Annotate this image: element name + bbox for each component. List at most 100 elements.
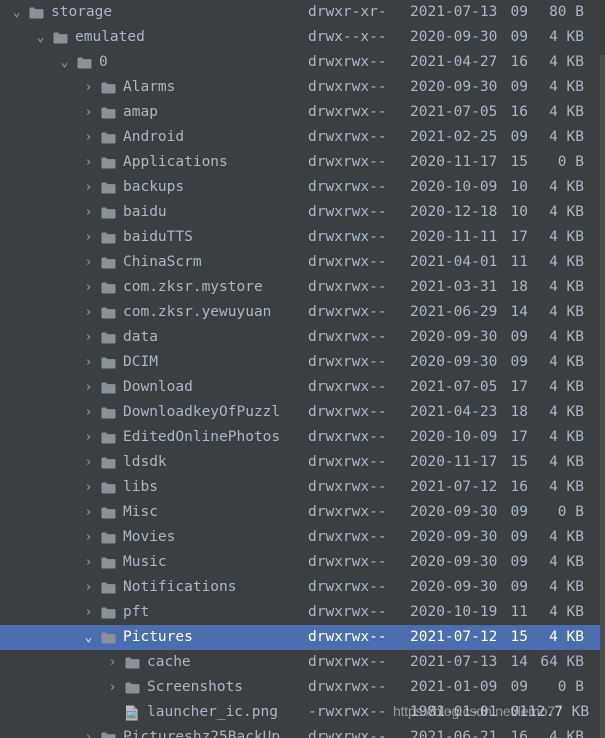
entry-permissions: drwxrwx--: [308, 579, 387, 595]
entry-size: 80 B: [549, 4, 584, 20]
tree-row-folder[interactable]: › baidu drwxrwx-- 2020-12-18 10 4 KB: [0, 200, 605, 225]
chevron-right-icon[interactable]: ›: [80, 575, 97, 600]
chevron-right-icon[interactable]: ›: [104, 675, 121, 700]
folder-icon-glyph: [101, 282, 115, 293]
folder-icon: [97, 75, 119, 100]
tree-row-folder[interactable]: › Movies drwxrwx-- 2020-09-30 09 4 KB: [0, 525, 605, 550]
chevron-right-icon[interactable]: ›: [80, 400, 97, 425]
entry-permissions: drwxrwx--: [308, 504, 387, 520]
tree-row-folder[interactable]: › DownloadkeyOfPuzzl drwxrwx-- 2021-04-23 18…: [0, 400, 605, 425]
name-cell: ⌄ storage: [0, 0, 308, 25]
entry-size: 4 KB: [549, 429, 584, 445]
tree-row-folder[interactable]: › amap drwxrwx-- 2021-07-05 16 4 KB: [0, 100, 605, 125]
chevron-right-icon[interactable]: ›: [80, 525, 97, 550]
tree-row-folder[interactable]: › data drwxrwx-- 2020-09-30 09 4 KB: [0, 325, 605, 350]
tree-row-folder[interactable]: › EditedOnlinePhotos drwxrwx-- 2020-10-09 17…: [0, 425, 605, 450]
chevron-right-icon[interactable]: ›: [80, 500, 97, 525]
tree-row-folder[interactable]: › ldsdk drwxrwx-- 2020-11-17 15 4 KB: [0, 450, 605, 475]
tree-row-folder[interactable]: › backups drwxrwx-- 2020-10-09 10 4 KB: [0, 175, 605, 200]
folder-icon-glyph: [101, 307, 115, 318]
chevron-right-icon[interactable]: ›: [80, 550, 97, 575]
tree-row-folder[interactable]: › Applications drwxrwx-- 2020-11-17 15 0 B: [0, 150, 605, 175]
folder-icon-glyph: [101, 482, 115, 493]
entry-permissions: drwxrwx--: [308, 154, 387, 170]
chevron-right-icon[interactable]: ›: [80, 375, 97, 400]
entry-name: data: [123, 329, 158, 345]
chevron-right-icon[interactable]: ›: [80, 725, 97, 738]
chevron-right-icon[interactable]: ›: [80, 100, 97, 125]
tree-row-folder[interactable]: › Misc drwxrwx-- 2020-09-30 09 0 B: [0, 500, 605, 525]
chevron-down-icon[interactable]: ⌄: [80, 625, 97, 650]
tree-row-folder[interactable]: ⌄ Pictures drwxrwx-- 2021-07-12 15 4 KB: [0, 625, 605, 650]
tree-row-folder[interactable]: ⌄ storage drwxr-xr- 2021-07-13 09 80 B: [0, 0, 605, 25]
folder-icon: [49, 25, 71, 50]
chevron-right-icon[interactable]: ›: [80, 350, 97, 375]
tree-row-folder[interactable]: › Music drwxrwx-- 2020-09-30 09 4 KB: [0, 550, 605, 575]
chevron-right-icon[interactable]: ›: [80, 450, 97, 475]
tree-row-folder[interactable]: › libs drwxrwx-- 2021-07-12 16 4 KB: [0, 475, 605, 500]
chevron-down-icon[interactable]: ⌄: [56, 50, 73, 75]
entry-permissions: drwxr-xr-: [308, 4, 387, 20]
chevron-right-icon[interactable]: ›: [80, 425, 97, 450]
chevron-right-icon[interactable]: ›: [80, 475, 97, 500]
chevron-right-icon[interactable]: ›: [80, 225, 97, 250]
entry-size: 4 KB: [549, 29, 584, 45]
tree-row-folder[interactable]: › com.zksr.mystore drwxrwx-- 2021-03-31 18 4 …: [0, 275, 605, 300]
chevron-down-icon[interactable]: ⌄: [32, 25, 49, 50]
chevron-right-icon[interactable]: ›: [80, 150, 97, 175]
entry-date: 2020-09-30: [410, 29, 498, 45]
tree-row-folder[interactable]: › cache drwxrwx-- 2021-07-13 14 64 KB: [0, 650, 605, 675]
entry-hour: 09: [510, 579, 528, 595]
entry-hour: 15: [510, 454, 528, 470]
chevron-down-icon[interactable]: ⌄: [8, 0, 25, 25]
tree-row-folder[interactable]: ⌄ emulated drwx--x-- 2020-09-30 09 4 KB: [0, 25, 605, 50]
tree-row-folder[interactable]: › Download drwxrwx-- 2021-07-05 17 4 KB: [0, 375, 605, 400]
chevron-right-icon[interactable]: ›: [80, 300, 97, 325]
file-tree-rows: ⌄ storage drwxr-xr- 2021-07-13 09 80 B ⌄ emulat…: [0, 0, 605, 738]
chevron-right-icon[interactable]: ›: [80, 200, 97, 225]
vertical-scrollbar[interactable]: [600, 55, 605, 738]
name-cell: › Android: [0, 125, 308, 150]
folder-icon: [97, 325, 119, 350]
folder-icon-glyph: [29, 7, 43, 18]
chevron-right-icon[interactable]: ›: [80, 250, 97, 275]
entry-name: 0: [99, 54, 108, 70]
entry-hour: 09: [510, 29, 528, 45]
file-tree[interactable]: ⌄ storage drwxr-xr- 2021-07-13 09 80 B ⌄ emulat…: [0, 0, 605, 738]
entry-hour: 14: [510, 654, 528, 670]
tree-row-folder[interactable]: › Android drwxrwx-- 2021-02-25 09 4 KB: [0, 125, 605, 150]
chevron-right-icon[interactable]: ›: [80, 325, 97, 350]
tree-row-folder[interactable]: › baiduTTS drwxrwx-- 2020-11-11 17 4 KB: [0, 225, 605, 250]
chevron-right-icon[interactable]: ›: [80, 600, 97, 625]
folder-icon: [97, 400, 119, 425]
chevron-right-icon[interactable]: ›: [80, 75, 97, 100]
entry-date: 2020-09-30: [410, 554, 498, 570]
tree-row-folder[interactable]: › DCIM drwxrwx-- 2020-09-30 09 4 KB: [0, 350, 605, 375]
tree-row-folder[interactable]: › Pictureshz25BackUp drwxrwx-- 2021-06-21 16…: [0, 725, 605, 738]
tree-row-file[interactable]: launcher_ic.png -rwxrwx-- 1981-01-01 01 12.7…: [0, 700, 605, 725]
entry-date: 2020-10-09: [410, 429, 498, 445]
tree-row-folder[interactable]: › ChinaScrm drwxrwx-- 2021-04-01 11 4 KB: [0, 250, 605, 275]
tree-row-folder[interactable]: › Screenshots drwxrwx-- 2021-01-09 09 0 B: [0, 675, 605, 700]
folder-icon: [97, 575, 119, 600]
chevron-right-icon[interactable]: ›: [104, 650, 121, 675]
tree-row-folder[interactable]: › com.zksr.yewuyuan drwxrwx-- 2021-06-29 14 4…: [0, 300, 605, 325]
tree-row-folder[interactable]: › Alarms drwxrwx-- 2020-09-30 09 4 KB: [0, 75, 605, 100]
chevron-right-icon[interactable]: ›: [80, 175, 97, 200]
tree-row-folder[interactable]: › Notifications drwxrwx-- 2020-09-30 09 4 KB: [0, 575, 605, 600]
chevron-right-icon[interactable]: ›: [80, 275, 97, 300]
tree-row-folder[interactable]: ⌄ 0 drwxrwx-- 2021-04-27 16 4 KB: [0, 50, 605, 75]
chevron-right-icon[interactable]: ›: [80, 125, 97, 150]
entry-name: Android: [123, 129, 185, 145]
entry-size: 0 B: [557, 154, 584, 170]
tree-row-folder[interactable]: › pft drwxrwx-- 2020-10-19 11 4 KB: [0, 600, 605, 625]
entry-name: com.zksr.yewuyuan: [123, 304, 272, 320]
